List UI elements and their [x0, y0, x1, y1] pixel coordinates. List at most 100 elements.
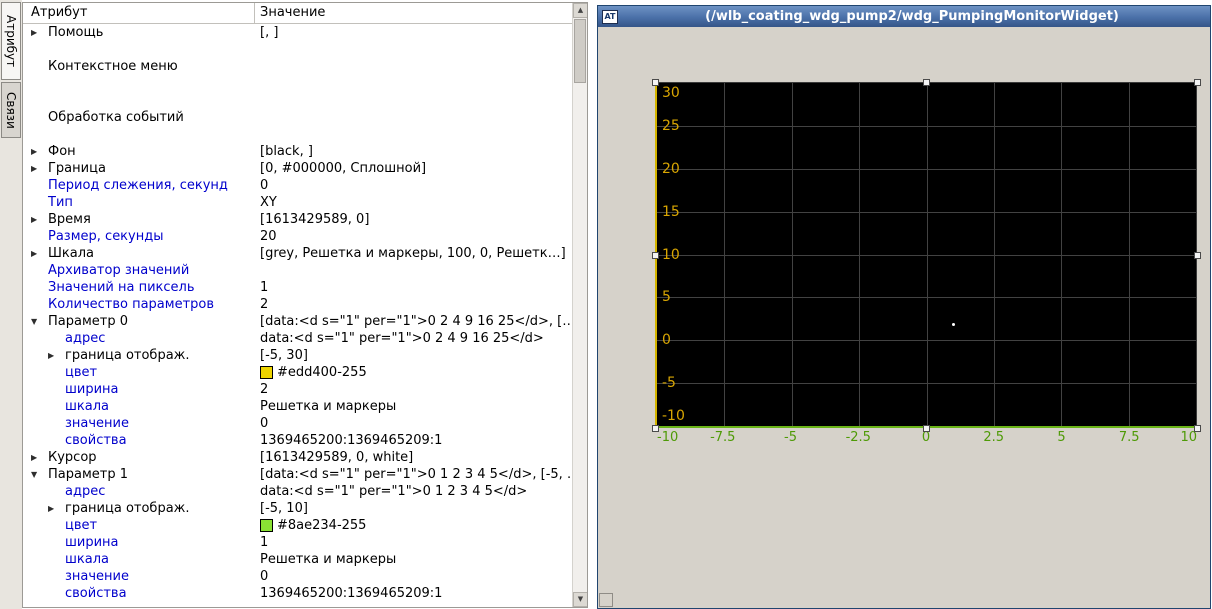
attribute-value-text: [1613429589, 0, white] — [260, 449, 413, 466]
attribute-value — [255, 109, 572, 126]
attribute-row[interactable]: значение0 — [23, 568, 572, 585]
attribute-row[interactable]: ▶Помощь[, ] — [23, 24, 572, 41]
attribute-row[interactable]: ширина1 — [23, 534, 572, 551]
attribute-row[interactable]: шкала Решетка и маркеры — [23, 398, 572, 415]
attribute-row[interactable]: Размер, секунды20 — [23, 228, 572, 245]
attribute-row[interactable]: свойства 1369465200:1369465209:1 — [23, 585, 572, 602]
scrollbar-thumb[interactable] — [574, 19, 586, 83]
attribute-name: свойства — [65, 585, 127, 602]
attribute-value: Решетка и маркеры — [255, 398, 572, 415]
expand-icon[interactable]: ▶ — [31, 211, 48, 228]
selection-handle[interactable] — [923, 79, 930, 86]
plot-window: AT (/wlb_coating_wdg_pump2/wdg_PumpingMo… — [597, 5, 1211, 609]
attribute-row[interactable]: ▶граница отображ. [-5, 10] — [23, 500, 572, 517]
arrow-spacer — [48, 517, 65, 534]
plot-area[interactable]: 302520151050-5-10 — [655, 82, 1197, 428]
attribute-row[interactable]: ширина2 — [23, 381, 572, 398]
attribute-row[interactable]: цвет#edd400-255 — [23, 364, 572, 381]
selection-handle[interactable] — [652, 425, 659, 432]
selection-handle[interactable] — [652, 252, 659, 259]
attribute-name-cell: ▶Шкала — [23, 245, 255, 262]
attribute-row[interactable]: цвет#8ae234-255 — [23, 517, 572, 534]
attribute-row[interactable]: ▶Курсор[1613429589, 0, white] — [23, 449, 572, 466]
attribute-row[interactable]: Контекстное меню — [23, 58, 572, 75]
scroll-up-icon[interactable]: ▲ — [573, 3, 588, 18]
attribute-row[interactable]: адресdata:<d s="1" per="1">0 2 4 9 16 25… — [23, 330, 572, 347]
attribute-row[interactable]: Значений на пиксель1 — [23, 279, 572, 296]
attribute-row[interactable]: ▶Время[1613429589, 0] — [23, 211, 572, 228]
attribute-name-cell: Архиватор значений — [23, 262, 255, 279]
selection-handle[interactable] — [1194, 425, 1201, 432]
attribute-value: 0 — [255, 415, 572, 432]
attribute-name-cell: свойства — [23, 432, 255, 449]
collapse-icon[interactable]: ▼ — [31, 466, 48, 483]
attribute-value: [1613429589, 0] — [255, 211, 572, 228]
column-header-attribute[interactable]: Атрибут — [23, 3, 255, 23]
arrow-spacer — [48, 398, 65, 415]
attribute-name: шкала — [65, 398, 109, 415]
selection-handle[interactable] — [1194, 252, 1201, 259]
expand-icon[interactable]: ▶ — [31, 160, 48, 177]
arrow-spacer — [48, 534, 65, 551]
grid-line-horizontal — [657, 340, 1196, 341]
attribute-row[interactable]: адресdata:<d s="1" per="1">0 1 2 3 4 5</… — [23, 483, 572, 500]
expand-icon[interactable]: ▶ — [31, 143, 48, 160]
attribute-row[interactable]: ▼Параметр 1[data:<d s="1" per="1">0 1 2 … — [23, 466, 572, 483]
attribute-row[interactable]: ▶граница отображ.[-5, 30] — [23, 347, 572, 364]
plot-widget[interactable]: 302520151050-5-10 — [655, 82, 1197, 428]
attribute-name-cell: ▶граница отображ. — [23, 500, 255, 517]
attribute-value: [data:<d s="1" per="1">0 2 4 9 16 25</d>… — [255, 313, 572, 330]
x-tick-label: 2.5 — [983, 430, 1004, 445]
vertical-scrollbar[interactable]: ▲ ▼ — [572, 3, 587, 607]
attribute-table-header: Атрибут Значение — [23, 3, 572, 24]
attribute-name-cell: адрес — [23, 483, 255, 500]
y-tick-label: 5 — [662, 289, 671, 305]
attribute-value: [grey, Решетка и маркеры, 100, 0, Решетк… — [255, 245, 572, 262]
attribute-row[interactable]: Обработка событий — [23, 109, 572, 126]
attribute-row[interactable]: ▶Шкала[grey, Решетка и маркеры, 100, 0, … — [23, 245, 572, 262]
attribute-row[interactable]: Период слежения, секунд0 — [23, 177, 572, 194]
attribute-row[interactable]: шкалаРешетка и маркеры — [23, 551, 572, 568]
attribute-name-cell: Количество параметров — [23, 296, 255, 313]
x-tick-label: 5 — [1057, 430, 1065, 445]
expand-icon[interactable]: ▶ — [31, 245, 48, 262]
attribute-row[interactable]: ТипXY — [23, 194, 572, 211]
attribute-row[interactable]: Количество параметров2 — [23, 296, 572, 313]
grid-line-horizontal — [657, 383, 1196, 384]
arrow-spacer — [48, 551, 65, 568]
arrow-spacer — [31, 279, 48, 296]
attribute-row[interactable]: ▶Фон[black, ] — [23, 143, 572, 160]
selection-handle[interactable] — [923, 425, 930, 432]
attribute-name: Архиватор значений — [48, 262, 189, 279]
attribute-value-text: XY — [260, 194, 277, 211]
expand-icon[interactable]: ▶ — [31, 449, 48, 466]
attribute-row[interactable]: ▼Параметр 0 [data:<d s="1" per="1">0 2 4 … — [23, 313, 572, 330]
attribute-value: 2 — [255, 296, 572, 313]
attribute-value-text: [-5, 30] — [260, 347, 308, 364]
attribute-row[interactable]: значение0 — [23, 415, 572, 432]
collapse-icon[interactable]: ▼ — [31, 313, 48, 330]
attribute-name: Параметр 0 — [48, 313, 128, 330]
selection-handle[interactable] — [1194, 79, 1201, 86]
expand-icon[interactable]: ▶ — [48, 500, 65, 517]
attribute-name-cell: ширина — [23, 534, 255, 551]
arrow-spacer — [48, 364, 65, 381]
expand-icon[interactable]: ▶ — [31, 24, 48, 41]
attribute-row[interactable]: свойства1369465200:1369465209:1 — [23, 432, 572, 449]
window-content: 302520151050-5-10 -10-7.5-5-2.502.557.51… — [598, 27, 1210, 608]
window-titlebar[interactable]: AT (/wlb_coating_wdg_pump2/wdg_PumpingMo… — [598, 6, 1210, 27]
column-header-value[interactable]: Значение — [255, 3, 572, 23]
attribute-row[interactable]: ▶Граница[0, #000000, Сплошной] — [23, 160, 572, 177]
scroll-down-icon[interactable]: ▼ — [573, 592, 588, 607]
attribute-row[interactable]: Архиватор значений — [23, 262, 572, 279]
grid-line-horizontal — [657, 212, 1196, 213]
tab-links[interactable]: Связи — [1, 82, 21, 138]
attribute-value-text: [-5, 10] — [260, 500, 308, 517]
tab-attributes[interactable]: Атрибут — [1, 2, 21, 80]
attribute-name: граница отображ. — [65, 500, 190, 517]
attribute-name: Размер, секунды — [48, 228, 163, 245]
expand-icon[interactable]: ▶ — [48, 347, 65, 364]
attribute-value-text: [1613429589, 0] — [260, 211, 369, 228]
attribute-value: 1369465200:1369465209:1 — [255, 585, 572, 602]
selection-handle[interactable] — [652, 79, 659, 86]
